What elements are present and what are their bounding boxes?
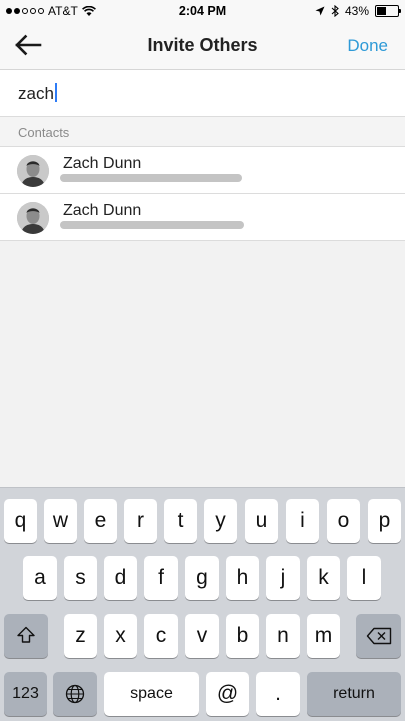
search-row[interactable]: zach xyxy=(0,70,405,117)
backspace-icon xyxy=(366,627,391,645)
contacts-section-label: Contacts xyxy=(18,125,70,140)
search-input[interactable]: zach xyxy=(18,83,57,104)
contacts-section-header: Contacts xyxy=(0,117,405,147)
key-f[interactable]: f xyxy=(144,556,178,600)
page-title: Invite Others xyxy=(147,35,258,55)
globe-icon xyxy=(65,684,85,704)
key-m[interactable]: m xyxy=(307,614,340,658)
key-g[interactable]: g xyxy=(185,556,219,600)
key-y[interactable]: y xyxy=(204,499,237,543)
done-button[interactable]: Done xyxy=(347,36,388,56)
period-key[interactable]: . xyxy=(256,672,300,716)
delete-key[interactable] xyxy=(356,614,401,658)
key-h[interactable]: h xyxy=(226,556,259,600)
key-c[interactable]: c xyxy=(144,614,178,658)
text-caret xyxy=(54,83,57,102)
contact-name: Zach Dunn xyxy=(63,155,142,172)
key-i[interactable]: i xyxy=(286,499,319,543)
avatar xyxy=(17,202,49,234)
navigation-bar: Invite Others Done xyxy=(0,22,405,70)
key-r[interactable]: r xyxy=(124,499,157,543)
key-t[interactable]: t xyxy=(164,499,197,543)
status-bar: AT&T 2:04 PM 43% xyxy=(0,0,405,22)
shift-key[interactable] xyxy=(4,614,48,658)
search-input-value: zach xyxy=(18,84,54,103)
key-p[interactable]: p xyxy=(368,499,401,543)
contact-list: Zach Dunn Zach Dunn xyxy=(0,147,405,241)
contact-row[interactable]: Zach Dunn xyxy=(0,147,405,194)
contact-row[interactable]: Zach Dunn xyxy=(0,194,405,241)
numbers-key[interactable]: 123 xyxy=(4,672,47,716)
globe-key[interactable] xyxy=(53,672,97,716)
key-q[interactable]: q xyxy=(4,499,37,543)
key-x[interactable]: x xyxy=(104,614,137,658)
battery-icon xyxy=(375,5,401,17)
keyboard: q w e r t y u i o p a s d f g h j k l z … xyxy=(0,487,405,721)
key-j[interactable]: j xyxy=(266,556,300,600)
key-d[interactable]: d xyxy=(104,556,137,600)
contact-email-redacted xyxy=(60,174,242,182)
key-w[interactable]: w xyxy=(44,499,77,543)
key-l[interactable]: l xyxy=(347,556,381,600)
key-b[interactable]: b xyxy=(226,614,259,658)
key-v[interactable]: v xyxy=(185,614,219,658)
at-key[interactable]: @ xyxy=(206,672,249,716)
key-n[interactable]: n xyxy=(266,614,300,658)
contact-email-redacted xyxy=(60,221,244,229)
shift-icon xyxy=(17,626,35,643)
contact-name: Zach Dunn xyxy=(63,202,142,219)
key-u[interactable]: u xyxy=(245,499,278,543)
status-right: 43% xyxy=(315,4,401,18)
key-s[interactable]: s xyxy=(64,556,97,600)
return-key[interactable]: return xyxy=(307,672,401,716)
location-icon xyxy=(315,6,325,16)
avatar xyxy=(17,155,49,187)
space-key[interactable]: space xyxy=(104,672,199,716)
bluetooth-icon xyxy=(331,5,339,17)
battery-percent: 43% xyxy=(344,4,369,18)
key-k[interactable]: k xyxy=(307,556,340,600)
key-z[interactable]: z xyxy=(64,614,97,658)
key-e[interactable]: e xyxy=(84,499,117,543)
key-o[interactable]: o xyxy=(327,499,360,543)
key-a[interactable]: a xyxy=(23,556,57,600)
